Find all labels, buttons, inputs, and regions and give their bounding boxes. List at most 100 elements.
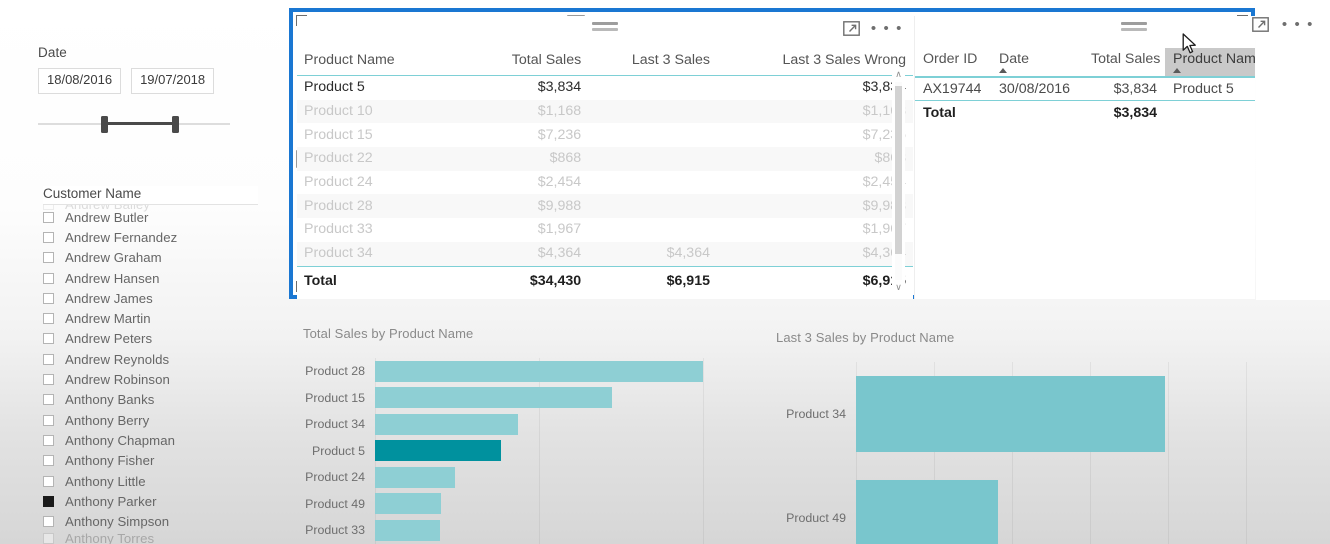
more-options-icon-right[interactable]: • • • (1282, 17, 1314, 32)
drag-grip-handle[interactable] (592, 22, 618, 34)
left-table-total-row: Total $34,430 $6,915 $6,915 (297, 266, 913, 296)
column-header-last-3-sales-wrong[interactable]: Last 3 Sales Wrong (716, 48, 913, 76)
selected-visual-container[interactable]: • • • Product Name Total Sales Last 3 Sa… (289, 8, 1255, 299)
chart-bar[interactable] (375, 493, 441, 515)
product-sales-table-visual[interactable]: • • • Product Name Total Sales Last 3 Sa… (297, 16, 913, 299)
checkbox[interactable] (43, 414, 54, 426)
list-item[interactable]: Anthony Chapman (43, 430, 258, 450)
list-item[interactable]: Andrew Hansen (43, 268, 258, 288)
list-item[interactable]: Anthony Berry (43, 410, 258, 430)
list-item[interactable]: Andrew Martin (43, 308, 258, 328)
chart-bar[interactable] (375, 519, 440, 541)
chart-bar[interactable] (375, 466, 456, 488)
scroll-up-arrow-icon[interactable]: ∧ (892, 68, 905, 81)
table-row[interactable]: Product 49$2,008$2,008$2,008 (297, 266, 913, 267)
chart-bar[interactable] (375, 387, 613, 409)
scroll-down-arrow-icon[interactable]: ∨ (892, 281, 905, 294)
checkbox[interactable] (43, 394, 54, 406)
list-item[interactable]: Andrew Graham (43, 248, 258, 268)
checkbox[interactable] (43, 292, 54, 304)
chart-bar[interactable] (856, 376, 1166, 452)
checkbox[interactable] (43, 374, 54, 386)
date-range-slider[interactable] (38, 113, 230, 135)
sort-ascending-icon-product (1173, 68, 1181, 73)
scrollbar-thumb[interactable] (895, 86, 902, 254)
table-row[interactable]: Product 33 $1,967 $1,967 (297, 218, 913, 242)
column-header-order-id[interactable]: Order ID (915, 48, 991, 76)
list-item[interactable]: Anthony Fisher (43, 451, 258, 471)
order-detail-table-visual[interactable]: Order ID Date Total Sales Product Name A… (914, 16, 1255, 299)
checkbox[interactable] (43, 313, 54, 325)
checkbox[interactable] (43, 434, 54, 446)
focus-mode-icon-right[interactable] (1252, 17, 1269, 32)
list-item[interactable]: Anthony Banks (43, 390, 258, 410)
total-label: Total (297, 266, 465, 296)
list-item[interactable]: Andrew Reynolds (43, 349, 258, 369)
left-table-vertical-scrollbar[interactable]: ∧ ∨ (892, 68, 905, 294)
chart-bar[interactable] (856, 480, 999, 544)
table-row[interactable]: Product 22 $868 $868 (297, 147, 913, 171)
checkbox[interactable] (43, 455, 54, 467)
checkbox[interactable] (43, 475, 54, 487)
chart-bar[interactable] (375, 413, 519, 435)
list-item[interactable]: Andrew Fernandez (43, 227, 258, 247)
total-total-sales: $34,430 (465, 266, 589, 296)
table-row[interactable]: Product 34 $4,364 $4,364 $4,364 (297, 241, 913, 266)
right-table-body[interactable]: AX19744 30/08/2016 $3,834 Product 5 (915, 78, 1255, 100)
list-item[interactable]: Anthony Torres (43, 532, 258, 544)
chart-bar[interactable] (375, 360, 703, 382)
chart-bar[interactable] (375, 440, 501, 462)
drag-grip-handle-right[interactable] (1121, 22, 1147, 34)
list-item[interactable]: Andrew Peters (43, 329, 258, 349)
right-total-label: Total (923, 104, 956, 121)
table-row[interactable]: Product 5 $3,834 $3,834 (297, 76, 913, 100)
customer-list[interactable]: Andrew Butler Andrew Fernandez Andrew Grah… (43, 207, 258, 544)
right-total-product-blank (1165, 101, 1255, 124)
cell-last-3-sales (588, 99, 717, 124)
table-row[interactable]: AX19744 30/08/2016 $3,834 Product 5 (915, 78, 1255, 100)
checkbox[interactable] (43, 353, 54, 365)
list-item-label: Andrew Peters (65, 331, 153, 347)
chart-bar-track (375, 440, 703, 462)
list-item[interactable]: Andrew Robinson (43, 369, 258, 389)
checkbox[interactable] (43, 516, 54, 528)
list-item[interactable]: Andrew Butler (43, 207, 258, 227)
checkbox[interactable] (43, 533, 54, 544)
checkbox[interactable] (43, 333, 54, 345)
column-header-date[interactable]: Date (991, 48, 1083, 76)
chart-total-sales-by-product-name[interactable]: Total Sales by Product Name Product 28 Pr… (303, 326, 704, 544)
column-header-total-sales[interactable]: Total Sales (465, 48, 589, 76)
more-options-icon[interactable]: • • • (871, 21, 903, 36)
list-item[interactable]: Anthony Parker (43, 491, 258, 511)
chart-last-3-sales-by-product-name[interactable]: Last 3 Sales by Product Name Product 34 P… (776, 330, 1247, 544)
cell-last-3-sales (588, 218, 717, 242)
slider-handle-end[interactable] (172, 115, 179, 133)
cell-last-3-sales (588, 194, 717, 219)
list-item[interactable]: Anthony Simpson (43, 511, 258, 531)
checkbox[interactable] (43, 272, 54, 284)
column-header-total-sales-right[interactable]: Total Sales (1083, 48, 1165, 76)
list-item[interactable]: Andrew James (43, 288, 258, 308)
cell-total-sales: $868 (465, 147, 589, 171)
date-end-input[interactable]: 19/07/2018 (131, 68, 215, 94)
column-header-last-3-sales[interactable]: Last 3 Sales (588, 48, 717, 76)
column-header-product-name[interactable]: Product Name (297, 48, 465, 76)
table-row[interactable]: Product 28 $9,988 $9,988 (297, 194, 913, 219)
left-table[interactable]: Product Name Total Sales Last 3 Sales La… (297, 48, 913, 76)
checkbox[interactable] (43, 495, 54, 507)
right-table[interactable]: Order ID Date Total Sales Product Name (915, 48, 1255, 76)
checkbox[interactable] (43, 252, 54, 264)
focus-mode-icon[interactable] (843, 21, 860, 36)
checkbox[interactable] (43, 231, 54, 243)
left-table-body-scroll-region[interactable]: Product 5 $3,834 $3,834 Product 10 $1,168 $1,… (297, 76, 913, 266)
table-row[interactable]: Product 15 $7,236 $7,236 (297, 123, 913, 147)
list-item[interactable]: Anthony Little (43, 471, 258, 491)
table-row[interactable]: Product 24 $2,454 $2,454 (297, 171, 913, 195)
checkbox[interactable] (43, 211, 54, 223)
date-start-input[interactable]: 18/08/2016 (38, 68, 122, 94)
table-row[interactable]: Product 10 $1,168 $1,168 (297, 99, 913, 124)
left-table-body[interactable]: Product 5 $3,834 $3,834 Product 10 $1,168 $1,… (297, 76, 913, 266)
column-header-product-name-right[interactable]: Product Name (1165, 48, 1255, 76)
slider-handle-start[interactable] (101, 115, 108, 133)
cell-last-3-sales-wrong: $2,454 (862, 173, 906, 190)
